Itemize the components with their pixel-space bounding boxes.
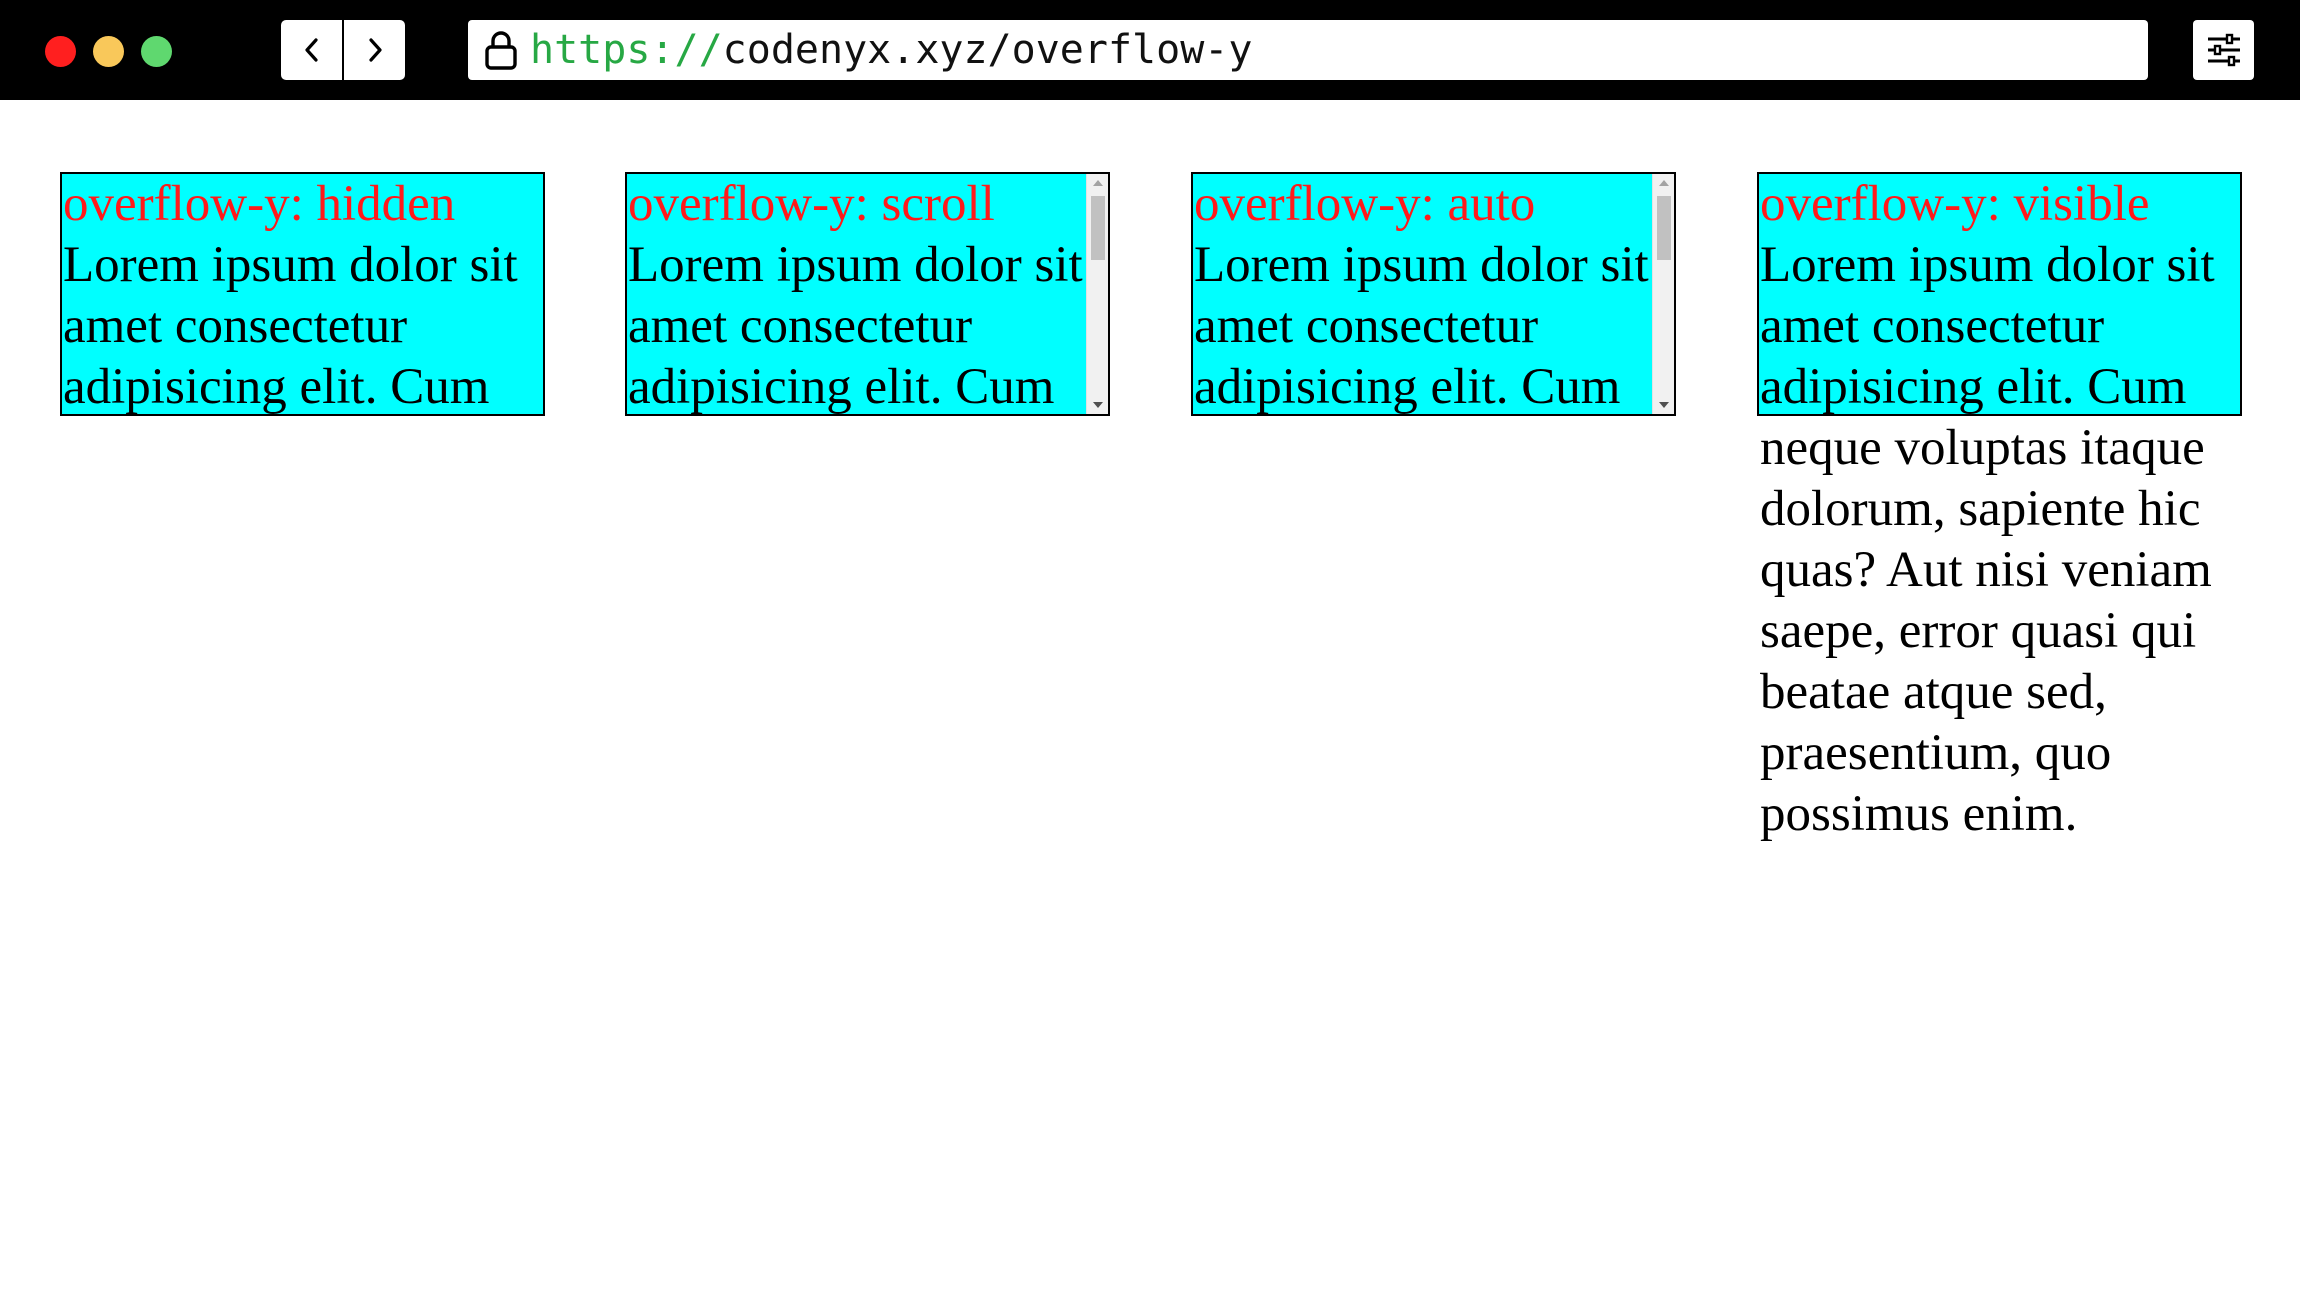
back-button[interactable] xyxy=(281,20,342,80)
scroll-up-arrow-icon[interactable] xyxy=(1093,180,1103,186)
scrollbar-thumb[interactable] xyxy=(1091,196,1105,260)
vertical-scrollbar[interactable] xyxy=(1652,174,1674,414)
box-body-text: Lorem ipsum dolor sit amet consectetur a… xyxy=(63,237,518,415)
chevron-left-icon xyxy=(304,38,318,62)
url-text: https://codenyx.xyz/overflow-y xyxy=(530,20,1252,80)
lock-icon xyxy=(485,31,517,70)
scroll-down-arrow-icon[interactable] xyxy=(1093,402,1103,408)
browser-toolbar: https://codenyx.xyz/overflow-y xyxy=(0,0,2300,100)
box-title: overflow-y: visible xyxy=(1760,176,2150,232)
sliders-icon xyxy=(2207,33,2240,67)
address-bar[interactable]: https://codenyx.xyz/overflow-y xyxy=(468,20,2148,80)
url-path: codenyx.xyz/overflow-y xyxy=(722,27,1253,73)
box-title: overflow-y: auto xyxy=(1194,176,1536,232)
box-body-text: Lorem ipsum dolor sit amet consectetur a… xyxy=(1194,237,1649,415)
scroll-up-arrow-icon[interactable] xyxy=(1659,180,1669,186)
box-title: overflow-y: scroll xyxy=(628,176,995,232)
scroll-down-arrow-icon[interactable] xyxy=(1659,402,1669,408)
close-window-button[interactable] xyxy=(45,36,76,67)
chevron-right-icon xyxy=(368,38,382,62)
scrollbar-thumb[interactable] xyxy=(1657,196,1671,260)
vertical-scrollbar[interactable] xyxy=(1086,174,1108,414)
box-body-text: Lorem ipsum dolor sit amet consectetur a… xyxy=(1760,237,2215,842)
box-body-text: Lorem ipsum dolor sit amet consectetur a… xyxy=(628,237,1083,415)
box-title: overflow-y: hidden xyxy=(63,176,456,232)
overflow-scroll-box[interactable]: overflow-y: scroll Lorem ipsum dolor sit… xyxy=(625,172,1110,416)
url-scheme: https:// xyxy=(530,27,723,73)
maximize-window-button[interactable] xyxy=(141,36,172,67)
overflow-visible-box: overflow-y: visible Lorem ipsum dolor si… xyxy=(1757,172,2242,842)
minimize-window-button[interactable] xyxy=(93,36,124,67)
overflow-auto-box[interactable]: overflow-y: auto Lorem ipsum dolor sit a… xyxy=(1191,172,1676,416)
overflow-hidden-box: overflow-y: hidden Lorem ipsum dolor sit… xyxy=(60,172,545,416)
forward-button[interactable] xyxy=(344,20,405,80)
settings-menu-button[interactable] xyxy=(2193,20,2254,80)
